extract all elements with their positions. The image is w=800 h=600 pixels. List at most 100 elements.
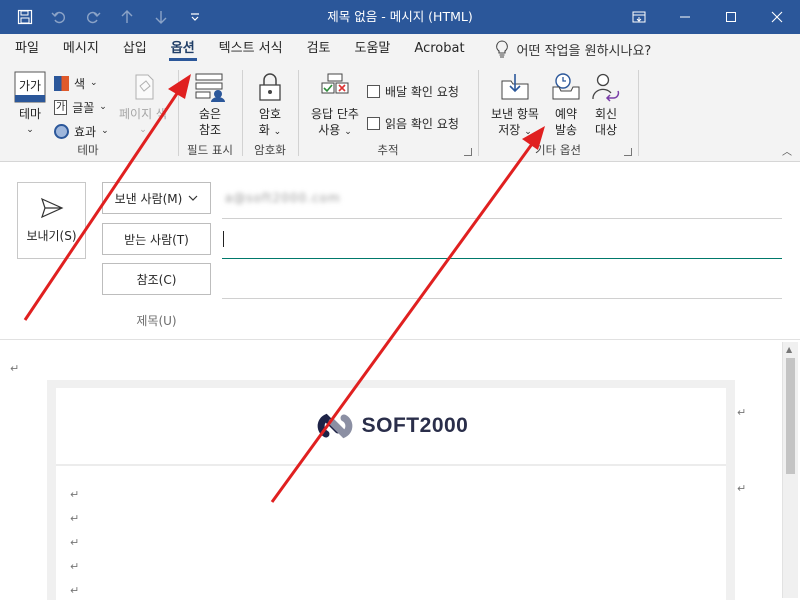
scroll-up-icon[interactable]: ▲ — [786, 345, 792, 354]
fonts-button[interactable]: 가 글꼴 ⌄ — [54, 96, 107, 118]
tab-file[interactable]: 파일 — [3, 34, 51, 64]
encrypt-group: 암호 화 ⌄ 암호화 — [244, 68, 296, 160]
logo-text: SOFT2000 — [361, 414, 469, 437]
save-sent-label-line2: 저장 ⌄ — [498, 123, 532, 137]
from-button[interactable]: 보낸 사람(M) — [102, 182, 211, 214]
paragraph-mark: ↵ — [70, 560, 80, 573]
bcc-label-line2: 참조 — [198, 123, 222, 137]
tab-review[interactable]: 검토 — [295, 34, 343, 64]
collapse-ribbon-icon[interactable]: ︿ — [782, 143, 792, 158]
dialog-launcher-icon[interactable] — [624, 148, 632, 156]
voting-icon — [318, 70, 352, 104]
delay-label-line1: 예약 — [554, 107, 578, 121]
customize-toolbar-icon[interactable] — [184, 6, 206, 28]
scrollbar-thumb[interactable] — [786, 358, 795, 474]
text-cursor — [223, 231, 224, 247]
page-color-button[interactable]: 페이지 색 ⌄ — [112, 70, 174, 138]
ribbon-tabs: 파일 메시지 삽입 옵션 텍스트 서식 검토 도움말 Acrobat 어떤 작업… — [0, 34, 800, 64]
ribbon-display-icon[interactable] — [616, 0, 662, 34]
cc-input[interactable] — [222, 298, 782, 299]
voting-button[interactable]: 응답 단추 사용 ⌄ — [304, 70, 366, 140]
reply-to-icon — [589, 70, 623, 104]
effects-label: 효과 — [74, 124, 97, 139]
lock-icon — [253, 70, 287, 104]
theme-icon: 가가 — [13, 70, 47, 104]
fonts-label: 글꼴 — [72, 100, 95, 115]
paragraph-mark: ↵ — [737, 406, 747, 419]
more-options-group-label: 기타 옵션 — [535, 143, 581, 157]
arrow-up-icon[interactable] — [116, 6, 138, 28]
quick-access-toolbar — [0, 0, 206, 34]
vertical-scrollbar[interactable]: ▲ — [782, 342, 798, 598]
encrypt-label-line2: 화 ⌄ — [258, 123, 282, 137]
paragraph-mark: ↵ — [70, 584, 80, 597]
reply-label-line1: 회신 — [594, 107, 618, 121]
save-sent-label-line1: 보낸 항목 — [491, 107, 539, 121]
read-receipt-label: 읽음 확인 요청 — [385, 116, 459, 131]
tell-me-text: 어떤 작업을 원하시나요? — [516, 43, 652, 59]
cc-button-label: 참조(C) — [136, 272, 177, 287]
to-button[interactable]: 받는 사람(T) — [102, 223, 211, 255]
tab-options[interactable]: 옵션 — [159, 34, 207, 64]
arrow-down-icon[interactable] — [150, 6, 172, 28]
separator — [242, 70, 243, 156]
title-bar: 제목 없음 - 메시지 (HTML) — [0, 0, 800, 34]
encrypt-label-line1: 암호 — [258, 107, 282, 121]
effects-button[interactable]: 효과 ⌄ — [54, 120, 109, 142]
ribbon: 가가 테마 ⌄ 색 ⌄ 가 글꼴 ⌄ 효과 ⌄ 페이지 색 ⌄ 테마 숨은 참조… — [0, 64, 800, 162]
tab-message[interactable]: 메시지 — [51, 34, 111, 64]
theme-button[interactable]: 가가 테마 ⌄ — [8, 70, 52, 138]
tab-acrobat[interactable]: Acrobat — [402, 34, 476, 64]
colors-label: 색 — [74, 76, 86, 91]
to-input[interactable] — [222, 258, 782, 259]
message-body[interactable]: ↵ SOFT2000 ↵ ↵ ↵ ↵ ↵ ↵ ↵ — [0, 340, 800, 600]
subject-label: 제목(U) — [136, 314, 177, 328]
encrypt-button[interactable]: 암호 화 ⌄ — [248, 70, 292, 140]
show-fields-group: 숨은 참조 필드 표시 — [180, 68, 240, 160]
soft2000-logo-icon — [317, 413, 352, 439]
checkbox-icon — [367, 116, 380, 130]
send-icon — [40, 197, 63, 219]
save-sent-item-button[interactable]: 보낸 항목 저장 ⌄ — [484, 70, 546, 140]
delay-delivery-button[interactable]: 예약 발송 — [546, 70, 586, 138]
chevron-down-icon — [188, 195, 198, 201]
paragraph-mark: ↵ — [70, 536, 80, 549]
separator — [298, 70, 299, 156]
save-sent-icon — [498, 70, 532, 104]
delivery-receipt-checkbox[interactable]: 배달 확인 요청 — [367, 80, 459, 102]
bcc-button[interactable]: 숨은 참조 — [188, 70, 232, 138]
theme-label: 테마 — [18, 107, 42, 121]
delay-label-line2: 발송 — [554, 123, 578, 137]
lightbulb-icon — [495, 40, 508, 58]
save-icon[interactable] — [14, 6, 36, 28]
redo-icon[interactable] — [82, 6, 104, 28]
tab-format-text[interactable]: 텍스트 서식 — [207, 34, 295, 64]
from-address: a@soft2000.com — [225, 191, 341, 205]
tab-help[interactable]: 도움말 — [343, 34, 403, 64]
effects-icon — [54, 123, 69, 139]
colors-button[interactable]: 색 ⌄ — [54, 72, 98, 94]
more-options-group: 보낸 항목 저장 ⌄ 예약 발송 회신 대상 기타 옵션 — [480, 68, 636, 160]
maximize-icon[interactable] — [708, 0, 754, 34]
minimize-icon[interactable] — [662, 0, 708, 34]
bcc-icon — [193, 70, 227, 104]
send-label: 보내기(S) — [26, 229, 77, 243]
close-icon[interactable] — [754, 0, 800, 34]
fonts-icon: 가 — [54, 99, 68, 115]
separator — [478, 70, 479, 156]
show-fields-group-label: 필드 표시 — [187, 143, 233, 157]
from-button-label: 보낸 사람(M) — [114, 191, 183, 206]
send-button[interactable]: 보내기(S) — [17, 182, 86, 259]
page-color-icon — [126, 70, 160, 104]
colors-icon — [54, 75, 69, 91]
direct-replies-button[interactable]: 회신 대상 — [586, 70, 626, 138]
paragraph-mark: ↵ — [737, 482, 747, 495]
signature-card-inner: SOFT2000 ↵ ↵ ↵ ↵ ↵ — [56, 388, 726, 600]
dialog-launcher-icon[interactable] — [464, 148, 472, 156]
read-receipt-checkbox[interactable]: 읽음 확인 요청 — [367, 112, 459, 134]
paragraph-mark: ↵ — [70, 512, 80, 525]
cc-button[interactable]: 참조(C) — [102, 263, 211, 295]
tell-me-box[interactable]: 어떤 작업을 원하시나요? — [495, 40, 652, 59]
undo-icon[interactable] — [48, 6, 70, 28]
tab-insert[interactable]: 삽입 — [111, 34, 159, 64]
